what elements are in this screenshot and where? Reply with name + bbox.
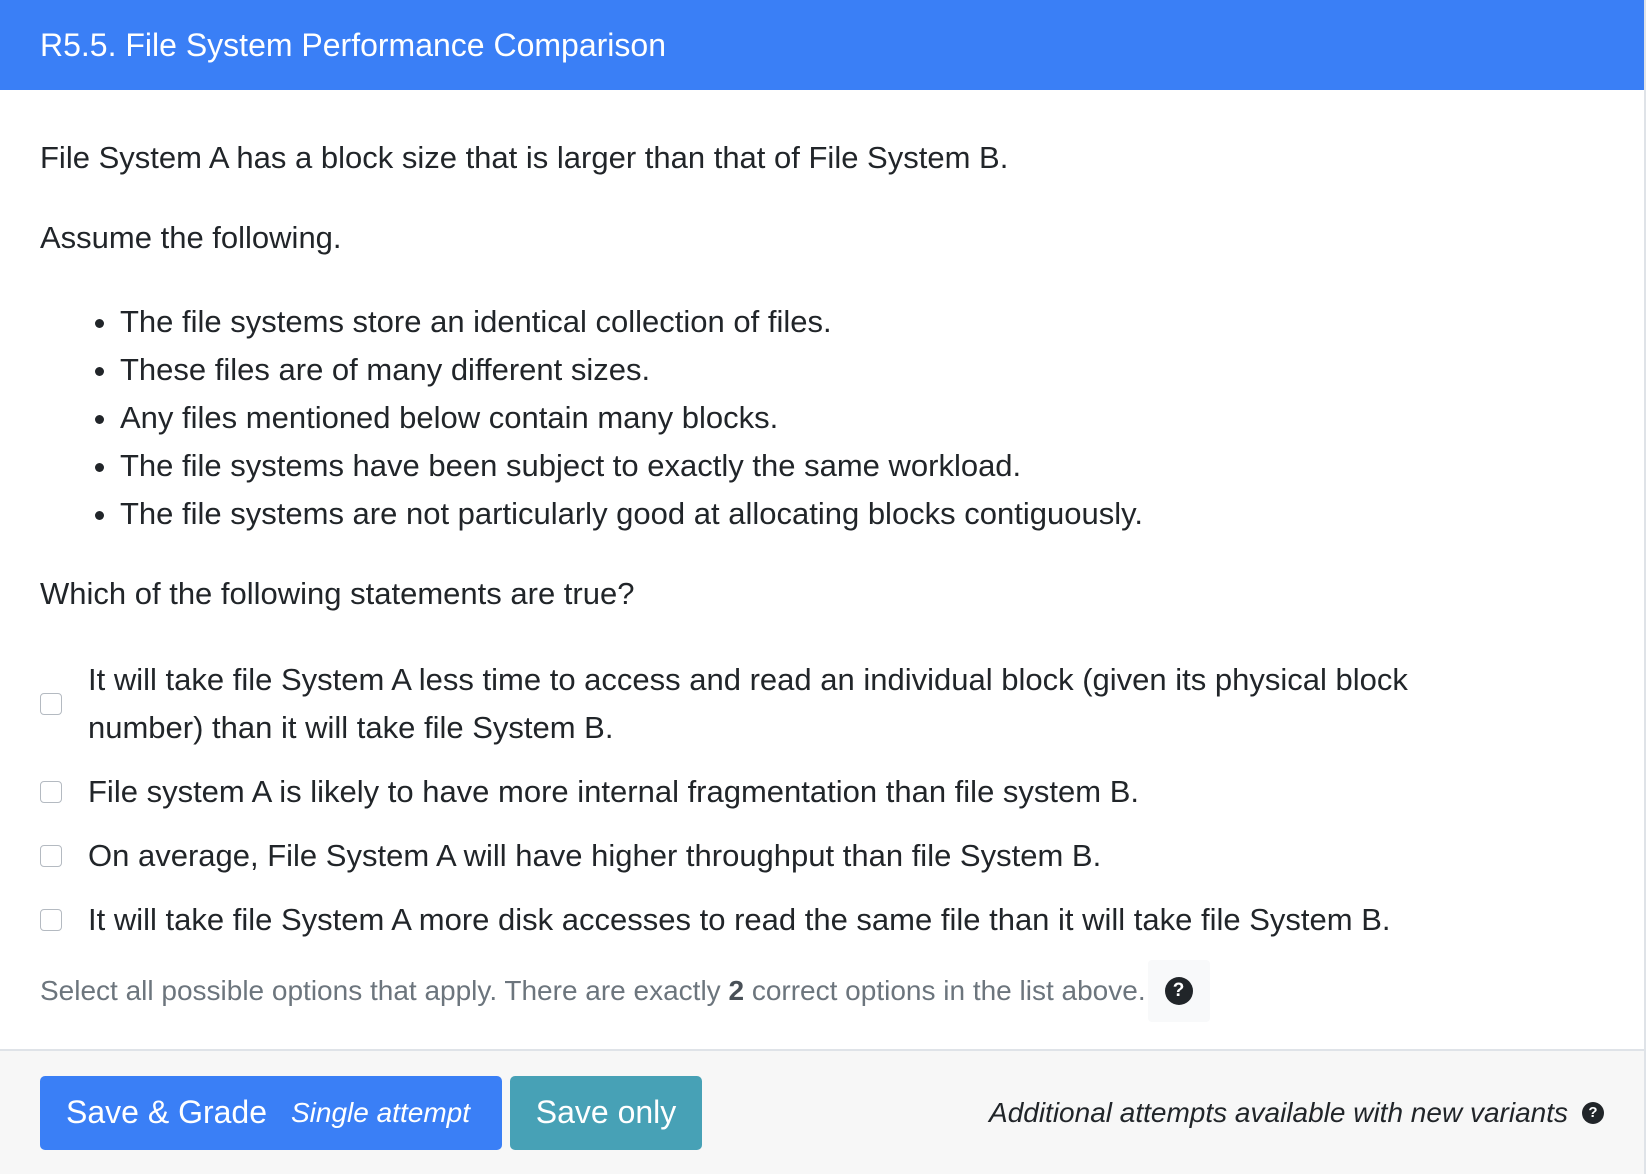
question-footer: Save & Grade Single attempt Save only Ad… <box>0 1049 1644 1174</box>
options-list: It will take file System A less time to … <box>40 656 1604 944</box>
assumption-item: The file systems store an identical coll… <box>120 298 1604 346</box>
assumption-item: These files are of many different sizes. <box>120 346 1604 394</box>
option-checkbox[interactable] <box>40 781 62 803</box>
assumption-item: The file systems have been subject to ex… <box>120 442 1604 490</box>
option-label[interactable]: On average, File System A will have high… <box>88 832 1101 880</box>
attempts-info: Additional attempts available with new v… <box>989 1097 1604 1129</box>
option-checkbox[interactable] <box>40 845 62 867</box>
assume-label: Assume the following. <box>40 220 342 255</box>
question-prompt: Which of the following statements are tr… <box>40 576 635 611</box>
question-title: R5.5. File System Performance Comparison <box>40 26 666 63</box>
question-body: File System A has a block size that is l… <box>0 136 1644 1022</box>
option-checkbox[interactable] <box>40 693 62 715</box>
option-label[interactable]: It will take file System A more disk acc… <box>88 896 1391 944</box>
question-circle-icon[interactable]: ? <box>1582 1101 1604 1124</box>
selection-hint: Select all possible options that apply. … <box>40 960 1604 1022</box>
assumption-item: The file systems are not particularly go… <box>120 490 1604 538</box>
grade-label: Save & Grade <box>66 1094 267 1130</box>
option-item: It will take file System A less time to … <box>40 656 1604 752</box>
attempts-text: Additional attempts available with new v… <box>989 1096 1568 1128</box>
assumptions-list: The file systems store an identical coll… <box>40 298 1604 538</box>
save-and-grade-button[interactable]: Save & Grade Single attempt <box>40 1075 502 1150</box>
option-item: File system A is likely to have more int… <box>40 768 1604 816</box>
grade-sub-label: Single attempt <box>291 1096 470 1128</box>
save-label: Save only <box>535 1094 677 1130</box>
question-header: R5.5. File System Performance Comparison <box>0 0 1644 90</box>
question-intro: File System A has a block size that is l… <box>40 140 1009 175</box>
save-only-button[interactable]: Save only <box>510 1075 702 1150</box>
hint-count: 2 <box>728 975 745 1006</box>
question-circle-icon: ? <box>1164 977 1193 1005</box>
assumption-item: Any files mentioned below contain many b… <box>120 394 1604 442</box>
option-checkbox[interactable] <box>40 909 62 931</box>
hint-help-button[interactable]: ? <box>1147 960 1210 1022</box>
option-label[interactable]: File system A is likely to have more int… <box>88 768 1139 816</box>
option-item: On average, File System A will have high… <box>40 832 1604 880</box>
option-label[interactable]: It will take file System A less time to … <box>88 656 1488 752</box>
hint-suffix: correct options in the list above. <box>751 975 1146 1006</box>
hint-prefix: Select all possible options that apply. … <box>40 975 721 1006</box>
question-card: R5.5. File System Performance Comparison… <box>0 0 1646 1174</box>
option-item: It will take file System A more disk acc… <box>40 896 1604 944</box>
